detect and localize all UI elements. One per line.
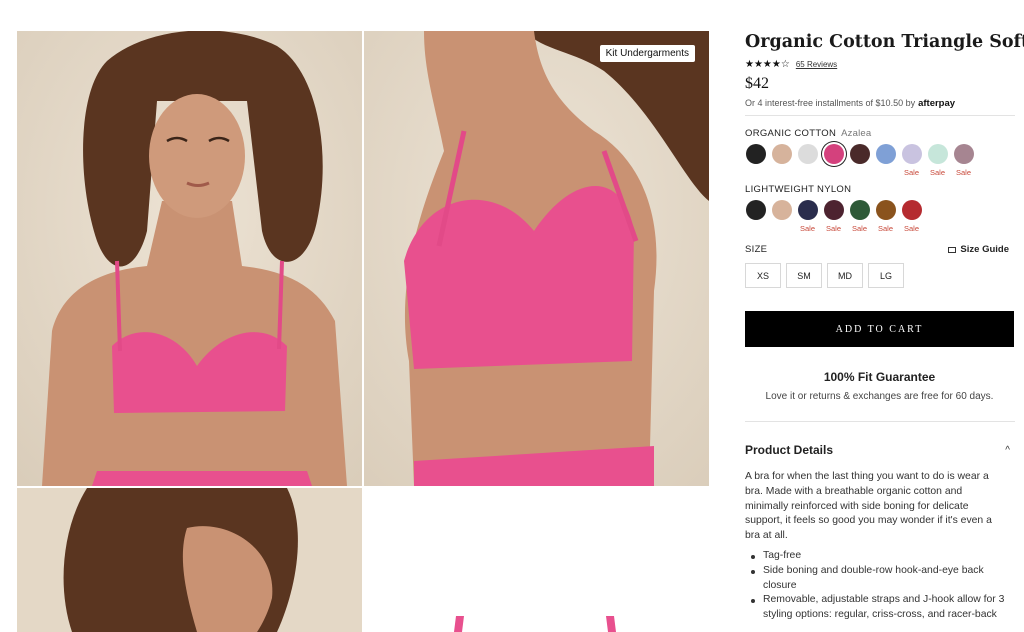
chevron-up-icon[interactable]: ^: [1005, 445, 1014, 456]
color-swatch-dot[interactable]: [771, 144, 792, 164]
feature-list-item: Tag-free: [745, 549, 1013, 564]
selected-color-name: Azalea: [841, 128, 872, 139]
feature-list-item: Removable, adjustable straps and J-hook …: [745, 593, 1013, 623]
organic-cotton-title: ORGANIC COTTON: [745, 128, 837, 139]
lightweight-nylon-swatch[interactable]: Sale: [797, 200, 818, 233]
sale-label: Sale: [929, 168, 945, 177]
sale-label: Sale: [955, 168, 971, 177]
lightweight-nylon-swatches: Sale Sale Sale Sale Sale: [745, 200, 922, 233]
lightweight-nylon-swatch[interactable]: Sale: [901, 200, 922, 233]
size-options: XS SM MD LG: [745, 263, 904, 288]
side-view-photo[interactable]: Kit Undergarments: [364, 31, 709, 486]
product-description: A bra for when the last thing you want t…: [745, 471, 992, 542]
size-button-sm[interactable]: SM: [786, 263, 822, 288]
color-swatch-dot[interactable]: [901, 200, 922, 220]
color-swatch-dot[interactable]: [823, 200, 844, 220]
organic-cotton-swatch[interactable]: [771, 144, 792, 177]
product-panel: Organic Cotton Triangle Soft Bra ★★★★☆ 6…: [745, 0, 1024, 632]
color-swatch-dot[interactable]: [745, 144, 766, 164]
lightweight-nylon-label: LIGHTWEIGHT NYLON: [745, 184, 852, 195]
front-view-photo[interactable]: [17, 31, 362, 486]
installments-info: Or 4 interest-free installments of $10.5…: [745, 98, 955, 109]
color-swatch-dot[interactable]: [745, 200, 766, 220]
sale-label: Sale: [903, 224, 919, 233]
organic-cotton-swatches: Sale Sale Sale: [745, 144, 974, 177]
color-swatch-dot[interactable]: [849, 200, 870, 220]
color-swatch-dot[interactable]: [901, 144, 922, 164]
size-button-xs[interactable]: XS: [745, 263, 781, 288]
profile-view-photo[interactable]: [17, 488, 362, 632]
organic-cotton-swatch[interactable]: Sale: [927, 144, 948, 177]
sale-label: Sale: [877, 224, 893, 233]
size-guide-label: Size Guide: [960, 244, 1009, 255]
product-title: Organic Cotton Triangle Soft Bra: [745, 32, 1024, 52]
color-swatch-dot[interactable]: [797, 200, 818, 220]
organic-cotton-label: ORGANIC COTTON Azalea: [745, 128, 871, 139]
lightweight-nylon-swatch[interactable]: Sale: [875, 200, 896, 233]
color-swatch-dot[interactable]: [927, 144, 948, 164]
sale-label: Sale: [851, 224, 867, 233]
organic-cotton-swatch[interactable]: [875, 144, 896, 177]
color-swatch-dot[interactable]: [953, 144, 974, 164]
product-details-title: Product Details: [745, 443, 834, 457]
organic-cotton-swatch[interactable]: [745, 144, 766, 177]
price: $42: [745, 75, 769, 92]
ruler-icon: [948, 246, 957, 253]
rating: ★★★★☆ 65 Reviews: [745, 59, 837, 70]
size-button-md[interactable]: MD: [827, 263, 863, 288]
divider: [745, 115, 1015, 116]
organic-cotton-swatch[interactable]: Sale: [953, 144, 974, 177]
back-view-photo[interactable]: [364, 488, 709, 632]
feature-list-item: Side boning and double-row hook-and-eye …: [745, 564, 1013, 594]
brand-tag: Kit Undergarments: [599, 45, 695, 62]
lightweight-nylon-swatch[interactable]: [771, 200, 792, 233]
add-to-cart-button[interactable]: ADD TO CART: [745, 311, 1014, 347]
color-swatch-dot[interactable]: [771, 200, 792, 220]
product-details-toggle[interactable]: Product Details ^: [745, 443, 1014, 457]
color-swatch-dot[interactable]: [875, 144, 896, 164]
lightweight-nylon-swatch[interactable]: [745, 200, 766, 233]
sale-label: Sale: [799, 224, 815, 233]
organic-cotton-swatch[interactable]: [849, 144, 870, 177]
reviews-link[interactable]: 65 Reviews: [796, 60, 837, 69]
fit-guarantee-text: Love it or returns & exchanges are free …: [765, 391, 994, 402]
lightweight-nylon-swatch[interactable]: Sale: [849, 200, 870, 233]
sale-label: Sale: [825, 224, 841, 233]
star-rating-icon: ★★★★☆: [745, 59, 790, 70]
size-guide-link[interactable]: Size Guide: [948, 244, 1009, 255]
divider: [745, 421, 1015, 422]
organic-cotton-swatch[interactable]: Sale: [901, 144, 922, 177]
organic-cotton-swatch[interactable]: [797, 144, 818, 177]
size-label: SIZE: [745, 244, 768, 255]
product-features-list: Tag-free Side boning and double-row hook-…: [745, 549, 1013, 623]
afterpay-logo[interactable]: afterpay: [918, 98, 955, 109]
organic-cotton-swatch[interactable]: [823, 144, 844, 177]
fit-guarantee-title: 100% Fit Guarantee: [823, 370, 936, 384]
color-swatch-dot[interactable]: [797, 144, 818, 164]
color-swatch-dot[interactable]: [823, 144, 844, 164]
size-button-lg[interactable]: LG: [868, 263, 904, 288]
installments-text: Or 4 interest-free installments of $10.5…: [745, 98, 916, 108]
color-swatch-dot[interactable]: [849, 144, 870, 164]
sale-label: Sale: [903, 168, 919, 177]
color-swatch-dot[interactable]: [875, 200, 896, 220]
lightweight-nylon-swatch[interactable]: Sale: [823, 200, 844, 233]
